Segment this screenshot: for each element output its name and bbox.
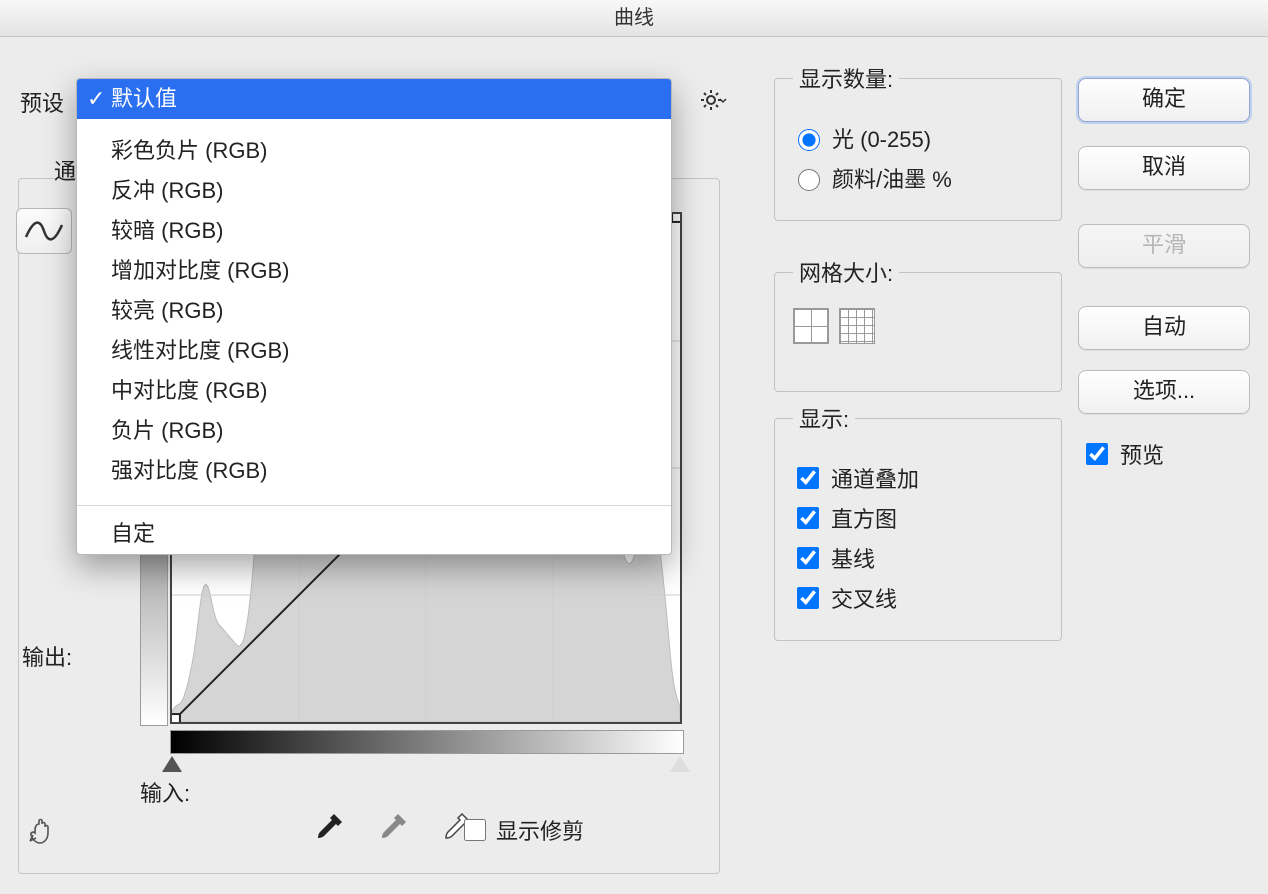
preset-item[interactable]: 中对比度 (RGB) (77, 371, 671, 411)
check-label: 交叉线 (831, 582, 897, 614)
target-adjust-tool[interactable] (22, 810, 66, 850)
grid-fine-button[interactable] (839, 308, 875, 344)
show-options-group: 显示: 通道叠加 直方图 基线 交叉线 (774, 402, 1062, 641)
radio-light[interactable]: 光 (0-255) (793, 122, 1043, 154)
check-channel-overlay-input[interactable] (797, 467, 819, 489)
preview-label: 预览 (1120, 438, 1164, 470)
check-intersection-input[interactable] (797, 587, 819, 609)
preset-item[interactable]: 彩色负片 (RGB) (77, 131, 671, 171)
channel-label: 通 (54, 154, 76, 186)
hand-icon (26, 812, 62, 848)
preset-item[interactable]: 强对比度 (RGB) (77, 451, 671, 491)
display-amount-group: 显示数量: 光 (0-255) 颜料/油墨 % (774, 62, 1062, 221)
black-point-slider[interactable] (162, 756, 182, 772)
preset-item-custom[interactable]: 自定 (77, 514, 671, 554)
eyedropper-black-icon[interactable] (310, 810, 346, 846)
show-clipping-input[interactable] (464, 819, 486, 841)
check-intersection[interactable]: 交叉线 (793, 582, 1043, 614)
white-point-slider[interactable] (670, 756, 690, 772)
preset-item[interactable]: 增加对比度 (RGB) (77, 251, 671, 291)
eyedropper-gray-icon[interactable] (374, 810, 410, 846)
preset-label: 预设 (20, 86, 64, 118)
display-amount-legend: 显示数量: (793, 62, 899, 94)
auto-button[interactable]: 自动 (1078, 306, 1250, 350)
eyedropper-row (310, 810, 474, 846)
preview-input[interactable] (1086, 443, 1108, 465)
preset-item[interactable]: 反冲 (RGB) (77, 171, 671, 211)
preset-dropdown[interactable]: ▲▼ 默认值 彩色负片 (RGB)反冲 (RGB)较暗 (RGB)增加对比度 (… (76, 78, 672, 555)
input-label: 输入: (140, 776, 190, 808)
radio-pigment-input[interactable] (798, 169, 820, 191)
check-histogram[interactable]: 直方图 (793, 502, 1043, 534)
show-options-legend: 显示: (793, 402, 855, 434)
check-baseline[interactable]: 基线 (793, 542, 1043, 574)
check-channel-overlay[interactable]: 通道叠加 (793, 462, 1043, 494)
preset-item[interactable]: 较亮 (RGB) (77, 291, 671, 331)
preset-item[interactable]: 线性对比度 (RGB) (77, 331, 671, 371)
preview-checkbox[interactable]: 预览 (1082, 438, 1164, 470)
grid-size-legend: 网格大小: (793, 256, 899, 288)
window-title: 曲线 (0, 0, 1268, 37)
dropdown-separator (77, 505, 671, 506)
check-baseline-input[interactable] (797, 547, 819, 569)
output-label: 输出: (22, 640, 72, 672)
check-label: 基线 (831, 542, 875, 574)
show-clipping-label: 显示修剪 (496, 814, 584, 846)
preset-item[interactable]: 较暗 (RGB) (77, 211, 671, 251)
radio-pigment[interactable]: 颜料/油墨 % (793, 162, 1043, 194)
preset-options-button[interactable] (694, 84, 734, 116)
cancel-button[interactable]: 取消 (1078, 146, 1250, 190)
radio-light-input[interactable] (798, 129, 820, 151)
check-label: 直方图 (831, 502, 897, 534)
show-clipping-checkbox[interactable]: 显示修剪 (460, 814, 584, 846)
gear-icon (700, 88, 728, 112)
smooth-button: 平滑 (1078, 224, 1250, 268)
curve-mode-button[interactable] (16, 208, 72, 254)
grid-size-group: 网格大小: (774, 256, 1062, 392)
preset-item-default[interactable]: 默认值 (77, 79, 671, 119)
radio-pigment-label: 颜料/油墨 % (832, 162, 952, 194)
input-gradient (170, 730, 684, 754)
options-button[interactable]: 选项... (1078, 370, 1250, 414)
preset-item[interactable]: 负片 (RGB) (77, 411, 671, 451)
ok-button[interactable]: 确定 (1078, 78, 1250, 122)
curve-point-shadow[interactable] (172, 714, 180, 722)
curve-point-highlight[interactable] (672, 214, 680, 222)
radio-light-label: 光 (0-255) (832, 122, 931, 154)
check-histogram-input[interactable] (797, 507, 819, 529)
check-label: 通道叠加 (831, 462, 919, 494)
grid-coarse-button[interactable] (793, 308, 829, 344)
curve-wave-icon (24, 217, 64, 245)
